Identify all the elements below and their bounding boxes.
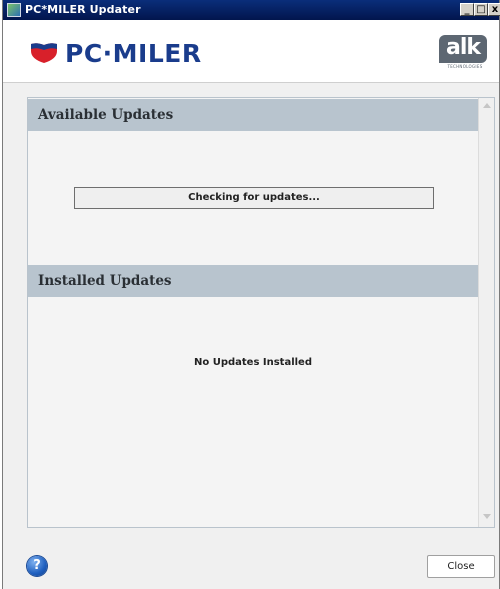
title-bar[interactable]: PC*MILER Updater _ □ x bbox=[3, 0, 500, 20]
pcmiler-logo: PC·MILER bbox=[29, 38, 202, 68]
updater-window: PC*MILER Updater _ □ x PC·MILER alk TECH… bbox=[2, 0, 500, 589]
pcmiler-logo-text: PC·MILER bbox=[65, 38, 202, 68]
window-title: PC*MILER Updater bbox=[25, 3, 141, 16]
minimize-button[interactable]: _ bbox=[460, 3, 474, 16]
alk-logo-mark: alk bbox=[439, 35, 487, 63]
alk-logo: alk TECHNOLOGIES bbox=[439, 35, 489, 71]
update-check-progress: Checking for updates... bbox=[74, 187, 434, 209]
close-button[interactable]: Close bbox=[427, 555, 495, 578]
close-window-button[interactable]: x bbox=[488, 3, 500, 16]
scroll-up-arrow-icon[interactable] bbox=[483, 103, 491, 108]
app-icon bbox=[7, 3, 21, 17]
update-check-status: Checking for updates... bbox=[188, 192, 320, 203]
maximize-button[interactable]: □ bbox=[474, 3, 488, 16]
panel-scrollbar[interactable] bbox=[478, 98, 494, 527]
installed-updates-heading: Installed Updates bbox=[28, 265, 478, 297]
scroll-down-arrow-icon[interactable] bbox=[483, 514, 491, 519]
no-updates-message: No Updates Installed bbox=[193, 357, 313, 368]
available-updates-heading: Available Updates bbox=[28, 99, 478, 131]
brand-header: PC·MILER alk TECHNOLOGIES bbox=[3, 20, 499, 83]
shield-icon bbox=[31, 43, 57, 63]
alk-logo-subtext: TECHNOLOGIES bbox=[447, 64, 483, 69]
updates-panel: Available Updates Checking for updates..… bbox=[27, 97, 495, 528]
help-icon[interactable]: ? bbox=[27, 556, 47, 576]
